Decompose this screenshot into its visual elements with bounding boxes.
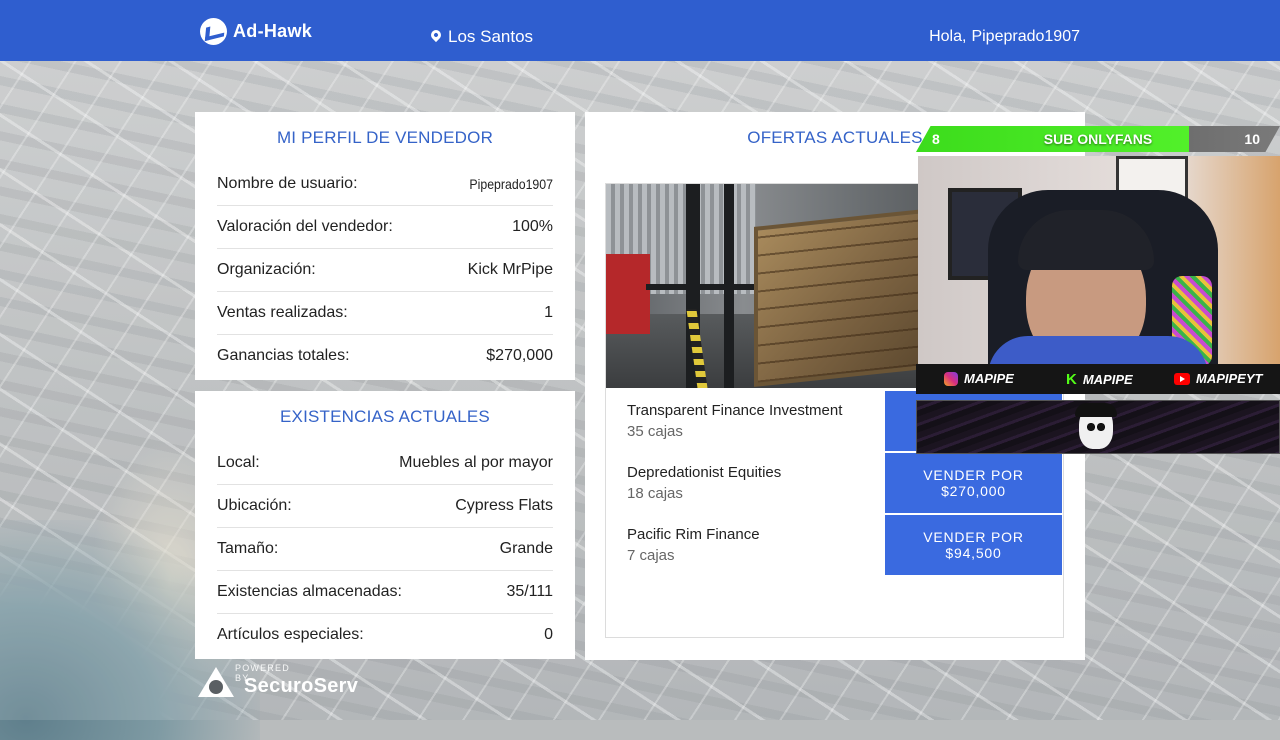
offer-quantity: 18 cajas [627,485,683,502]
row-label: Tamaño: [217,540,279,557]
row-value: Muebles al por mayor [399,454,553,471]
stock-row: Ubicación: Cypress Flats [217,485,553,528]
row-value: Kick MrPipe [467,261,553,278]
stock-row: Local: Muebles al por mayor [217,442,553,485]
sub-goal-bar: 8 SUB ONLYFANS 10 [916,126,1280,152]
offer-buyer: Depredationist Equities [627,464,782,481]
location-pin-icon [428,27,444,43]
offer-item: Depredationist Equities 18 cajas [627,464,781,502]
row-value: Pipeprado1907 [469,176,553,192]
row-value: $270,000 [486,347,553,364]
stock-row: Tamaño: Grande [217,528,553,571]
row-label: Ubicación: [217,497,292,514]
location-label: Los Santos [448,27,534,46]
row-value: Grande [499,540,553,557]
offer-item: Transparent Finance Investment 35 cajas [627,402,842,440]
row-value: 0 [544,626,553,643]
webcam-feed [918,156,1280,364]
profile-row: Valoración del vendedor: 100% [217,206,553,249]
crate [754,209,924,387]
row-label: Local: [217,454,260,471]
kick-handle: K MAPIPE [1066,371,1133,388]
row-label: Nombre de usuario: [217,175,358,192]
offer-buyer: Pacific Rim Finance [627,526,760,543]
offer-buyer: Transparent Finance Investment [627,402,843,419]
row-label: Valoración del vendedor: [217,218,393,235]
sub-goal-target: 10 [1244,131,1260,147]
row-label: Organización: [217,261,316,278]
profile-row: Ganancias totales: $270,000 [217,335,553,377]
row-label: Artículos especiales: [217,626,364,643]
row-value: Cypress Flats [455,497,553,514]
greeting-username: Pipeprado1907 [971,28,1080,45]
instagram-handle: MAPIPE [944,371,1014,386]
youtube-handle: MAPIPEYT [1174,371,1262,386]
panel-title: MI PERFIL DE VENDEDOR [276,128,494,147]
offer-quantity: 7 cajas [627,547,675,564]
top-bar: Ad-Hawk Los Santos Hola, Pipeprado1907 [0,0,1280,61]
panel-title: EXISTENCIAS ACTUALES [280,407,490,426]
youtube-icon [1174,372,1190,385]
profile-row: Ventas realizadas: 1 [217,292,553,335]
sell-button[interactable]: VENDER POR $270,000 [885,453,1062,513]
current-stock-panel: EXISTENCIAS ACTUALES Local: Muebles al p… [195,391,575,659]
row-label: Ventas realizadas: [217,304,348,321]
stream-banner [916,400,1280,454]
user-greeting: Hola, Pipeprado1907 [929,28,1080,46]
offer-item: Pacific Rim Finance 7 cajas [627,526,760,564]
skull-logo-icon [1075,403,1117,449]
profile-row: Organización: Kick MrPipe [217,249,553,292]
social-handles-bar: MAPIPE K MAPIPE MAPIPEYT [916,364,1280,394]
offer-quantity: 35 cajas [627,423,683,440]
stock-row: Artículos especiales: 0 [217,614,553,656]
seller-profile-panel: MI PERFIL DE VENDEDOR Nombre de usuario:… [195,112,575,380]
hawk-logo-icon [200,17,227,45]
sell-button-price: $94,500 [945,545,1002,561]
row-value: 1 [544,304,553,321]
sell-button-price: $270,000 [941,483,1006,499]
sell-button[interactable]: VENDER POR $94,500 [885,515,1062,575]
row-label: Ganancias totales: [217,347,350,364]
stock-row: Existencias almacenadas: 35/111 [217,571,553,614]
profile-row: Nombre de usuario: Pipeprado1907 [217,163,553,206]
row-label: Existencias almacenadas: [217,583,402,600]
sub-goal-label: SUB ONLYFANS [1043,131,1153,147]
brand-name: Ad-Hawk [233,20,313,41]
sell-button-label: VENDER POR [923,529,1024,545]
instagram-icon [944,371,958,386]
stream-webcam-overlay: 8 SUB ONLYFANS 10 MAPIPE K MAPIPE MAPIPE… [916,126,1280,456]
row-value: 100% [512,218,553,235]
securoserv-logo-icon [198,667,234,697]
securoserv-label: SecuroServ [244,675,359,697]
row-value: 35/111 [506,583,553,600]
kick-icon: K [1066,371,1077,388]
brand[interactable]: Ad-Hawk [200,17,313,45]
location: Los Santos [428,27,534,47]
greeting-text: Hola, [929,28,967,45]
sell-button-label: VENDER POR [923,467,1024,483]
